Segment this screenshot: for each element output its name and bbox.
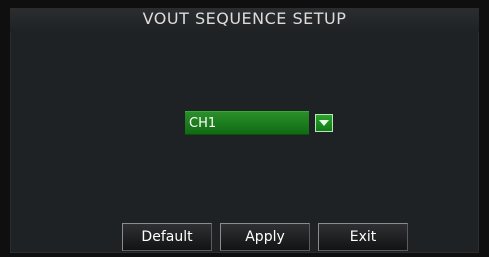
dropdown-button[interactable] [315,114,333,132]
exit-button[interactable]: Exit [318,223,408,251]
channel-select[interactable]: CH1 [185,111,333,135]
apply-button[interactable]: Apply [220,223,310,251]
setup-dialog: VOUT SEQUENCE SETUP CH1 Default Apply Ex… [10,8,479,253]
screen: VOUT SEQUENCE SETUP CH1 Default Apply Ex… [0,0,489,257]
channel-value[interactable]: CH1 [185,111,309,135]
dialog-title: VOUT SEQUENCE SETUP [10,8,479,32]
default-button[interactable]: Default [122,223,212,251]
chevron-down-icon [319,120,329,126]
